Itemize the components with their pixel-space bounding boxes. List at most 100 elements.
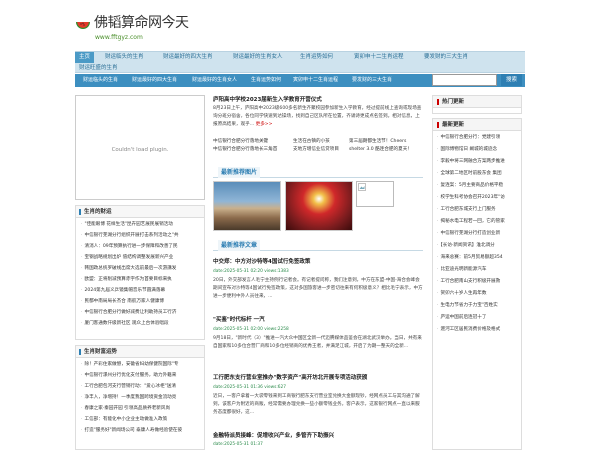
list-item[interactable]: 国际博物馆日 阚城的城迹念 — [437, 145, 518, 155]
news-link[interactable]: 生活在古镇的小孩 — [293, 138, 343, 146]
left-box-wealth-header: 生肖财富运势 — [76, 346, 204, 358]
subnav-item-5[interactable]: 寅卯申十二生肖运程 — [293, 74, 338, 87]
featured-links: 中信银行合肥分行落地关键 生活在古镇的小孩 第三届朗都生活节！Cheers 中信… — [213, 138, 423, 164]
header-accent-bar — [437, 99, 439, 105]
nav-item-4[interactable]: 生肖运势如何 — [300, 52, 333, 63]
list-item[interactable]: 淝河工区居民消费价格及格式 — [437, 325, 518, 335]
article-meta: date:2025-05-31 01:36 views:627 — [213, 385, 287, 390]
site-title[interactable]: 佛韬算命网今天 — [94, 14, 189, 32]
right-box-hot-title: 热门更新 — [442, 99, 465, 105]
nav-item-3[interactable]: 财运最好的生肖女人 — [233, 52, 283, 63]
list-item[interactable]: 欧盟：正将削减预算赤字作为首要目标来执 — [81, 276, 201, 284]
pictures-title: 最新推荐图片 — [218, 167, 261, 178]
list-item[interactable]: 清消人：09年预算执行进一步保障和改善了民 — [81, 243, 201, 251]
article-meta: date:2025-05-31 02:00 views:2258 — [213, 327, 289, 332]
nav-item-5[interactable]: 寅卯申十二生肖运程 — [354, 52, 404, 63]
list-item[interactable]: 打造"服务好"新闻场公司 泰康人寿做经验使在彼 — [81, 427, 201, 435]
left-box-fortune: 生肖的财运 "佳能眼博 花样生活"昆卉园艺展民展销活动 中信银行芜湖分行组织开展… — [75, 205, 205, 340]
site-url: www.fftgyz.com — [95, 34, 143, 41]
list-item[interactable]: 工行合肥包河支行营销行动："爱心冰柜"送清 — [81, 383, 201, 391]
article-title[interactable]: 工行肥东支行营业室推办"数字资产"高开坊北开展专项活动获颁 — [213, 374, 367, 382]
news-link[interactable]: shelter 3.0 酷连合肥的夏天！ — [349, 146, 429, 154]
list-item[interactable]: 【长访·新闻资讯】淮北调分 — [437, 241, 518, 251]
right-box-latest-header: 最新更新 — [433, 119, 521, 131]
left-box-wealth-title: 生肖财富运势 — [84, 349, 118, 355]
list-item[interactable]: 揭秘水电工程若一回，它的管家 — [437, 217, 518, 227]
nav-item-6[interactable]: 要发财的三大生肖 — [424, 52, 468, 63]
list-item[interactable]: 净丰入，净增持！一季度我国跨境资金流动亮 — [81, 394, 201, 402]
article-item: 中交郑：中方对沙特等4国试行免签政策 date:2025-05-31 02:20… — [213, 258, 423, 308]
list-item[interactable]: 复连案：5月主要商品价格平稳 — [437, 181, 518, 191]
news-photo-campus[interactable] — [213, 181, 281, 231]
list-item[interactable]: 民都中南局局长杰合 南航万家人健康博 — [81, 298, 201, 306]
subnav-item-6[interactable]: 要发财的三大生肖 — [352, 74, 392, 87]
list-item[interactable]: 韩国政总统罗破线出席大选前最后一次游講发 — [81, 265, 201, 273]
list-item[interactable]: 中信银行合肥分行：党建引领 — [437, 133, 518, 143]
nav-item-home[interactable]: 主页 — [75, 52, 95, 63]
list-item[interactable]: 李毅中将三网融合方案两步推进 — [437, 157, 518, 167]
article-title[interactable]: 金融特派员接峰：促增收兴产业，多管齐下助振兴 — [213, 432, 334, 440]
list-item[interactable]: 贺卯六十岁人生再年数 — [437, 289, 518, 299]
left-box-wealth: 生肖财富运势 除！产彩住家做憾，安徽省妇幼保健院国际"专 中信银行漯州分行优化支… — [75, 345, 205, 450]
featured-news-body: 8月23日上午，庐阳高中2023级600多名新生齐聚校园参加新生入学教育，经过提… — [213, 106, 422, 127]
subnav-item-3[interactable]: 财运最好的生肖女人 — [192, 74, 237, 87]
article-meta: date:2025-05-31 02:20 views:1383 — [213, 269, 289, 274]
main-nav: 主页 财运临头的生肖 财运最好的四大生肖 财运最好的生肖女人 生肖运势如何 寅卯… — [75, 51, 525, 73]
plugin-placeholder: Couldn't load plugin. — [75, 95, 205, 200]
news-photo-theater[interactable] — [285, 181, 353, 231]
plugin-error-text: Couldn't load plugin. — [111, 147, 169, 153]
article-item: 工行肥东支行营业室推办"数字资产"高开坊北开展专项活动获颁 date:2025-… — [213, 374, 423, 424]
nav-item-7[interactable]: 财运旺盛的生肖 — [79, 63, 118, 74]
nav-item-1[interactable]: 财运临头的生肖 — [105, 52, 144, 63]
subnav-item-1[interactable]: 财运临头的生肖 — [83, 74, 118, 87]
nav-item-2[interactable]: 财运最好的四大生肖 — [163, 52, 213, 63]
list-item[interactable]: 海来总赛：前5月贸易额超354 — [437, 253, 518, 263]
list-item[interactable]: 庐运中国前后连冠十了 — [437, 313, 518, 323]
subnav-item-4[interactable]: 生肖运势如何 — [251, 74, 281, 87]
list-item[interactable]: 校学生科考协会召开2023年"访 — [437, 193, 518, 203]
list-item[interactable]: 生电力节省力于力宝"百姓实 — [437, 301, 518, 311]
subnav-item-2[interactable]: 财运最好的四大生肖 — [132, 74, 177, 87]
list-item[interactable]: 全球第二地区时前股东会 集团 — [437, 169, 518, 179]
news-link[interactable]: 支地方增信业信贷项目 — [293, 146, 343, 154]
broken-image-icon[interactable] — [356, 181, 394, 207]
list-item[interactable]: 工行合肥东城支行上门服务 — [437, 205, 518, 215]
article-title[interactable]: 中交郑：中方对沙特等4国试行免签政策 — [213, 258, 310, 266]
list-item[interactable]: 2024第九届义乒镜集帽音乐节圆满落幕 — [81, 287, 201, 295]
list-item[interactable]: 除！产彩住家做憾，安徽省妇幼保健院国际"专 — [81, 361, 201, 369]
news-link[interactable]: 中信银行合肥分行落地长三角首 — [213, 146, 293, 154]
articles-header: 最新推荐文章 — [213, 240, 423, 251]
list-item[interactable]: 宝钢战略规划出炉 值结构调整发展新兴产业 — [81, 254, 201, 262]
article-title[interactable]: "买鉴"时代标杆 一汽 — [213, 316, 265, 324]
list-item[interactable]: 工信部：有能化中小企业主动做准入政策 — [81, 416, 201, 424]
search-input[interactable] — [432, 74, 497, 86]
header-accent-bar — [79, 349, 81, 355]
article-summary: 近日，一客户拿着一大袋零钱来到工商银行肥东支行营业室兑换大金额现钞，经网点员工与… — [213, 394, 420, 415]
list-item[interactable]: 工行合肥南山支行积极开展救 — [437, 277, 518, 287]
list-item[interactable]: 中信银行芜湖分行组织开展打击系列活动之"共 — [81, 232, 201, 240]
article-summary: 9月18日，"新时代（3）"推进一汽大众中国区全新一代迈腾媒体品鉴会在湖北武汉举… — [213, 336, 422, 349]
right-box-hot-header: 热门更新 — [433, 96, 521, 108]
featured-news-title[interactable]: 庐阳高中学校2023届新生入学教育开营仪式 — [213, 96, 322, 104]
article-meta: date:2025-05-31 01:37 — [213, 442, 263, 447]
right-box-hot: 热门更新 — [432, 95, 522, 114]
list-item[interactable]: 中信银行漯州分行优化支付服务，助力外籍来 — [81, 372, 201, 380]
list-item[interactable]: 春康之家·秦园开园 引领高品质养老新风尚 — [81, 405, 201, 413]
news-link[interactable]: 第三届朗都生活节！Cheers — [349, 138, 429, 146]
featured-news-summary: 8月23日上午，庐阳高中2023级600多名新生齐聚校园参加新生入学教育，经过提… — [213, 105, 423, 129]
left-box-fortune-title: 生肖的财运 — [84, 209, 112, 215]
list-item[interactable]: "佳能眼博 花样生活"昆卉园艺展民展销活动 — [81, 221, 201, 229]
more-link[interactable]: 更多>> — [256, 122, 273, 127]
news-link[interactable]: 中信银行合肥分行落地关键 — [213, 138, 293, 146]
search-button[interactable]: 搜索 — [501, 74, 522, 86]
list-item[interactable]: 中信银行合肥分行做好减费让利助持员工行济 — [81, 309, 201, 317]
left-box-fortune-header: 生肖的财运 — [76, 206, 204, 218]
article-item: 金融特派员接峰：促增收兴产业，多管齐下助振兴 date:2025-05-31 0… — [213, 432, 423, 450]
list-item[interactable]: 比亚迪光明新能源汽车 — [437, 265, 518, 275]
watermelon-logo-icon[interactable] — [75, 16, 91, 32]
articles-title: 最新推荐文章 — [218, 240, 261, 251]
article-summary: 20日，外交部发言人毛宁主持例行记者会。有记者提问称，我们注意到，中方在东盟-中… — [213, 278, 423, 299]
list-item[interactable]: 厦门客通数仟级新社区 观众上台体验唱段 — [81, 320, 201, 328]
site-header: 佛韬算命网今天 www.fftgyz.com — [75, 14, 525, 48]
list-item[interactable]: 中信银行芜湖分行打造创业新 — [437, 229, 518, 239]
